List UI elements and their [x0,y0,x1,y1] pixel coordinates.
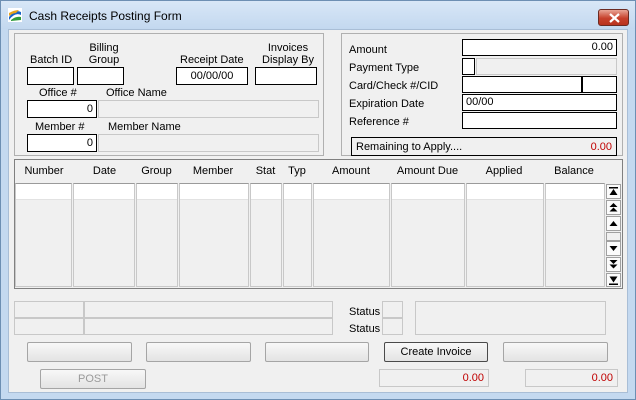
scroll-top-button[interactable] [606,184,621,199]
grid-cell[interactable] [546,184,604,200]
office-no-input[interactable]: 0 [27,100,97,118]
status-field-b1 [84,301,333,318]
grid-cell[interactable] [467,184,543,200]
column-header-amount-due[interactable]: Amount Due [392,165,463,177]
status-label-1: Status [349,306,381,318]
receipt-header-panel: Batch ID Billing Group Receipt Date Invo… [14,33,324,156]
grid-column-applied[interactable] [466,183,544,287]
status-field-a2 [14,318,84,335]
member-name-label: Member Name [108,121,181,133]
total-field-2: 0.00 [525,369,618,387]
member-no-input[interactable]: 0 [27,134,97,152]
status-field-a1 [14,301,84,318]
grid-column-group[interactable] [136,183,178,287]
grid-cell[interactable] [314,184,389,200]
column-header-number[interactable]: Number [23,165,65,177]
scroll-down-button[interactable] [606,241,621,256]
invoices-display-by-label: Invoices Display By [262,42,314,66]
status-value-2 [382,318,403,335]
reference-input[interactable] [462,112,617,129]
grid-scrollbar[interactable] [606,183,622,287]
action-button-2[interactable] [146,342,251,362]
receipt-date-input[interactable]: 00/00/00 [176,67,248,85]
expiration-date-label: Expiration Date [349,98,425,110]
receipt-date-label: Receipt Date [180,54,244,66]
billing-group-input[interactable] [77,67,124,85]
member-no-label: Member # [35,121,85,133]
column-header-stat[interactable]: Stat [250,165,281,177]
member-name-field [98,134,319,152]
grid-cell[interactable] [180,184,248,200]
billing-group-label: Billing Group [88,42,120,66]
column-header-member[interactable]: Member [180,165,246,177]
grid-column-member[interactable] [179,183,249,287]
grid-column-number[interactable] [15,183,72,287]
reference-label: Reference # [349,116,409,128]
grid-column-amount[interactable] [313,183,390,287]
grid-cell[interactable] [16,184,71,200]
batch-id-input[interactable] [27,67,74,85]
close-button[interactable] [598,9,629,26]
grid-column-typ[interactable] [283,183,312,287]
column-header-balance[interactable]: Balance [545,165,603,177]
payment-type-select[interactable] [462,58,475,75]
invoices-display-by-input[interactable] [255,67,317,85]
form-client-area: Batch ID Billing Group Receipt Date Invo… [8,29,628,393]
expiration-date-input[interactable]: 00/00 [462,94,617,111]
office-name-label: Office Name [106,87,167,99]
scroll-bottom-button[interactable] [606,273,621,287]
scroll-thumb[interactable] [606,232,621,241]
batch-id-label: Batch ID [30,54,73,66]
post-button[interactable]: POST [40,369,146,389]
app-window: Cash Receipts Posting Form Batch ID Bill… [0,0,636,400]
title-bar[interactable]: Cash Receipts Posting Form [1,1,635,29]
grid-cell[interactable] [251,184,281,200]
column-header-group[interactable]: Group [137,165,176,177]
remaining-to-apply-box: Remaining to Apply.... 0.00 [351,137,617,156]
grid-column-date[interactable] [73,183,135,287]
column-header-date[interactable]: Date [77,165,132,177]
column-header-typ[interactable]: Typ [284,165,310,177]
office-name-field [98,100,319,118]
action-button-3[interactable] [265,342,369,362]
window-title: Cash Receipts Posting Form [29,9,182,23]
status-message-box [415,301,606,335]
office-no-label: Office # [39,87,77,99]
remaining-label: Remaining to Apply.... [356,141,463,153]
status-label-2: Status [349,323,381,335]
scroll-page-up-button[interactable] [606,200,621,215]
status-value-1 [382,301,403,318]
app-logo-icon [8,8,22,22]
amount-label: Amount [349,44,387,56]
card-check-input[interactable] [462,76,582,93]
payment-type-description [476,58,617,75]
action-button-1[interactable] [27,342,132,362]
scroll-up-button[interactable] [606,216,621,231]
action-button-5[interactable] [503,342,608,362]
column-header-applied[interactable]: Applied [467,165,541,177]
payment-type-label: Payment Type [349,62,420,74]
grid-column-balance[interactable] [545,183,605,287]
scroll-page-down-button[interactable] [606,257,621,272]
card-check-extra-input[interactable] [582,76,617,93]
column-header-amount[interactable]: Amount [314,165,388,177]
card-check-label: Card/Check #/CID [349,80,439,92]
grid-cell[interactable] [284,184,311,200]
invoice-grid[interactable]: Number Date Group Member Stat Typ Amount… [14,159,623,289]
grid-cell[interactable] [74,184,134,200]
grid-cell[interactable] [137,184,177,200]
create-invoice-button[interactable]: Create Invoice [384,342,488,362]
total-field-1: 0.00 [379,369,489,387]
grid-column-amount-due[interactable] [391,183,465,287]
status-field-b2 [84,318,333,335]
remaining-value: 0.00 [590,141,612,153]
amount-input[interactable]: 0.00 [462,39,617,56]
grid-cell[interactable] [392,184,464,200]
grid-column-stat[interactable] [250,183,282,287]
